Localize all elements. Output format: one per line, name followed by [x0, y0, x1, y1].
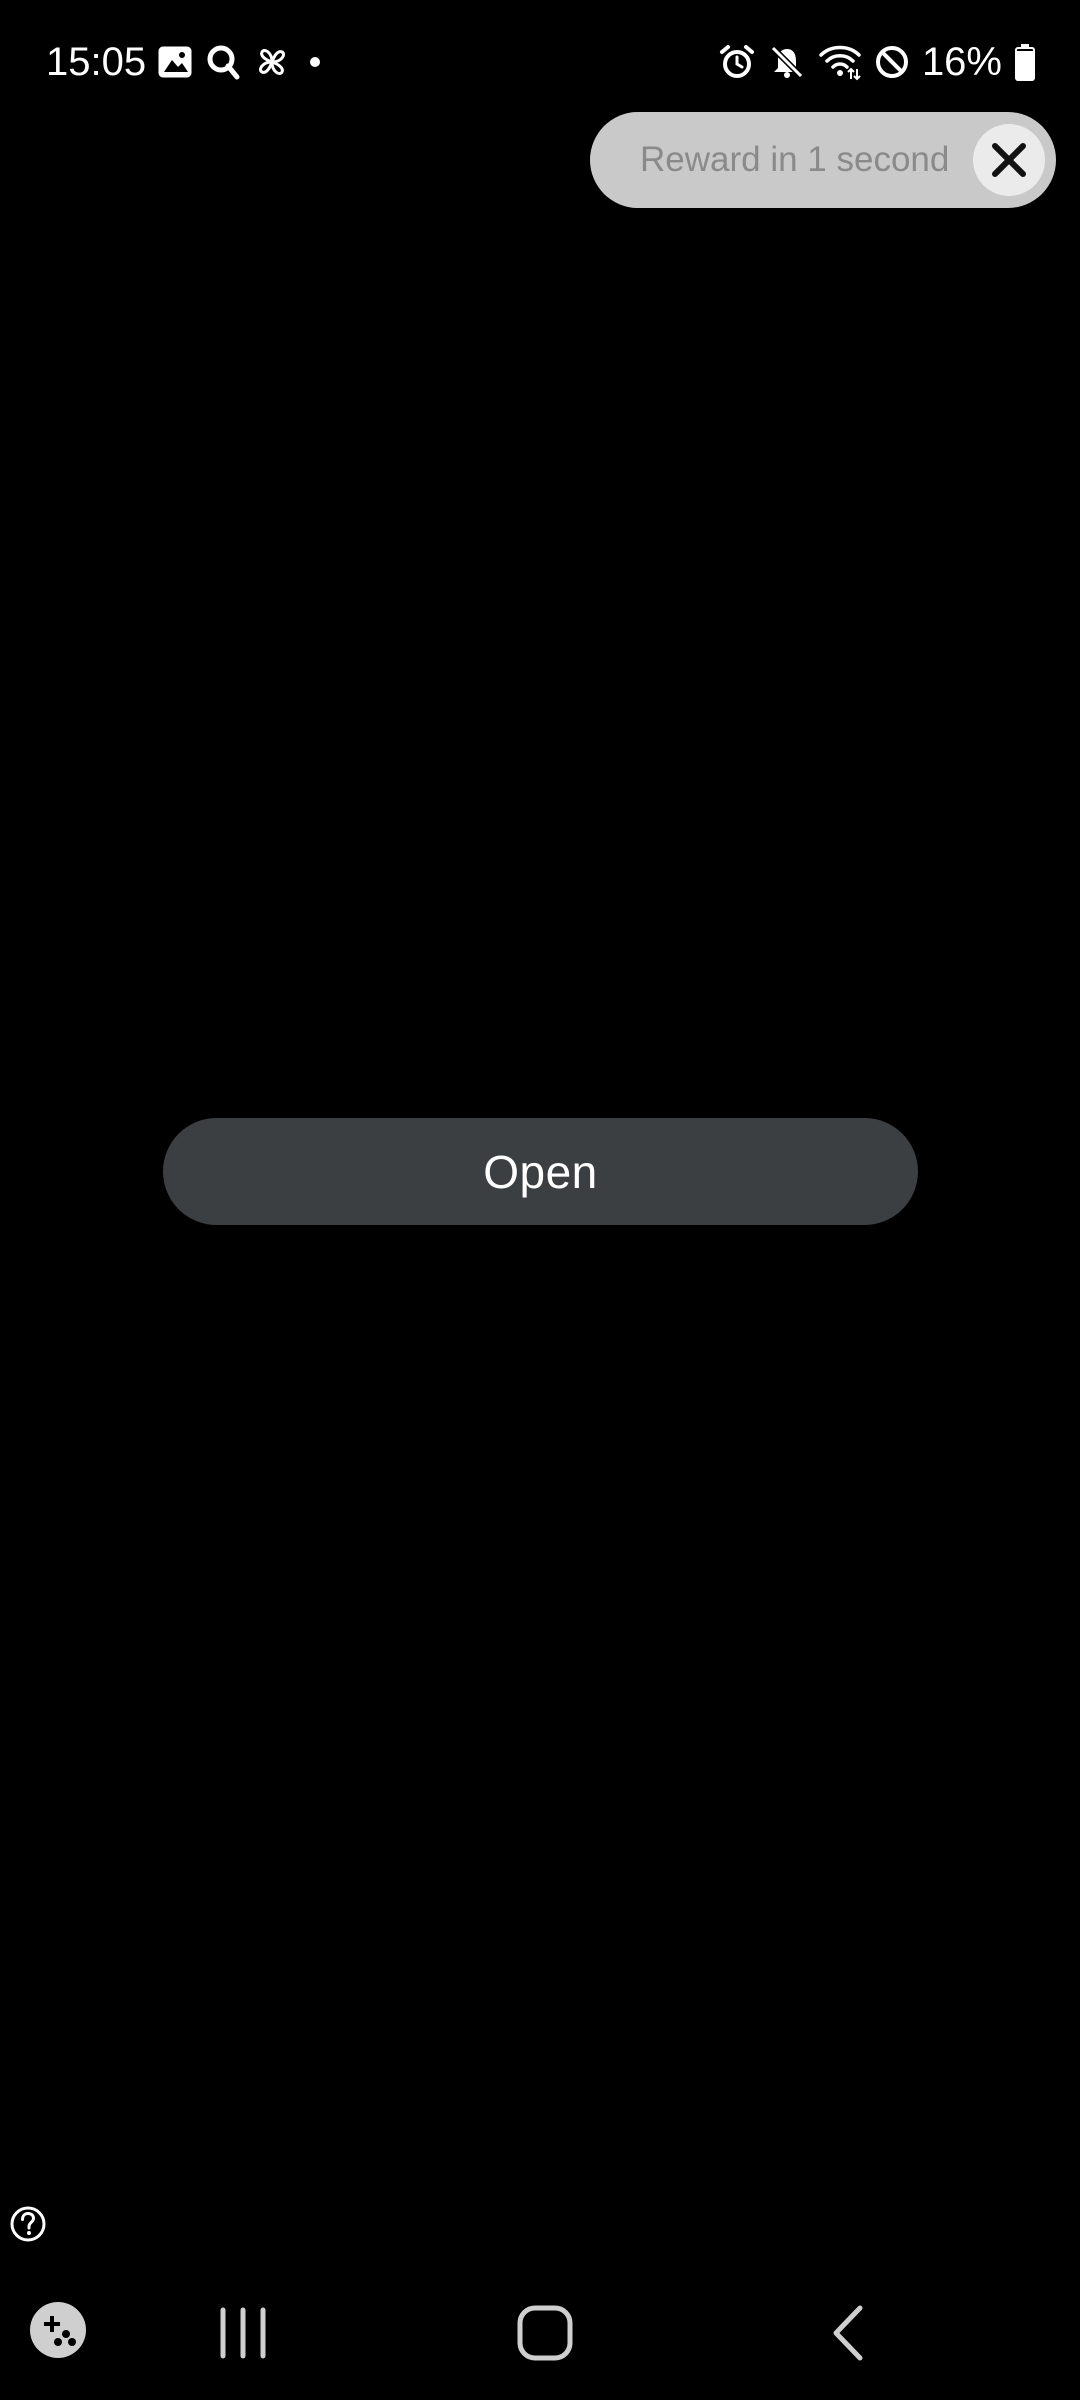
help-button[interactable]	[8, 2204, 48, 2244]
ad-screen: 15:05 16% Reward in 1 second Open	[0, 0, 1080, 2400]
home-icon	[517, 2305, 573, 2361]
battery-icon	[1014, 43, 1036, 81]
home-button[interactable]	[510, 2298, 580, 2368]
search-app-icon	[206, 44, 240, 80]
open-button[interactable]: Open	[163, 1118, 918, 1225]
reward-countdown-pill: Reward in 1 second	[590, 112, 1056, 208]
notification-dot-icon	[304, 55, 326, 69]
mute-icon	[768, 43, 806, 81]
back-icon	[833, 2305, 863, 2361]
wifi-icon	[818, 43, 862, 81]
battery-percent: 16%	[921, 40, 1002, 84]
back-button[interactable]	[820, 2300, 876, 2366]
status-left-icons	[158, 42, 326, 82]
gallery-icon	[158, 46, 192, 78]
help-icon	[10, 2206, 46, 2242]
game-launcher-icon	[30, 2302, 86, 2358]
open-button-label: Open	[483, 1145, 598, 1198]
close-button[interactable]	[973, 124, 1045, 196]
reward-countdown-label: Reward in 1 second	[640, 140, 950, 179]
pinwheel-icon	[254, 44, 290, 80]
navigation-bar	[0, 2270, 1080, 2400]
status-time: 15:05	[46, 40, 147, 84]
recents-icon	[220, 2307, 266, 2359]
alarm-icon	[718, 43, 756, 81]
do-not-disturb-icon	[874, 44, 910, 80]
game-launcher-button[interactable]	[28, 2300, 88, 2360]
close-icon	[992, 143, 1026, 177]
recents-button[interactable]	[210, 2300, 276, 2366]
status-bar: 15:05 16%	[0, 0, 1080, 120]
status-right-icons: 16%	[718, 40, 1036, 84]
